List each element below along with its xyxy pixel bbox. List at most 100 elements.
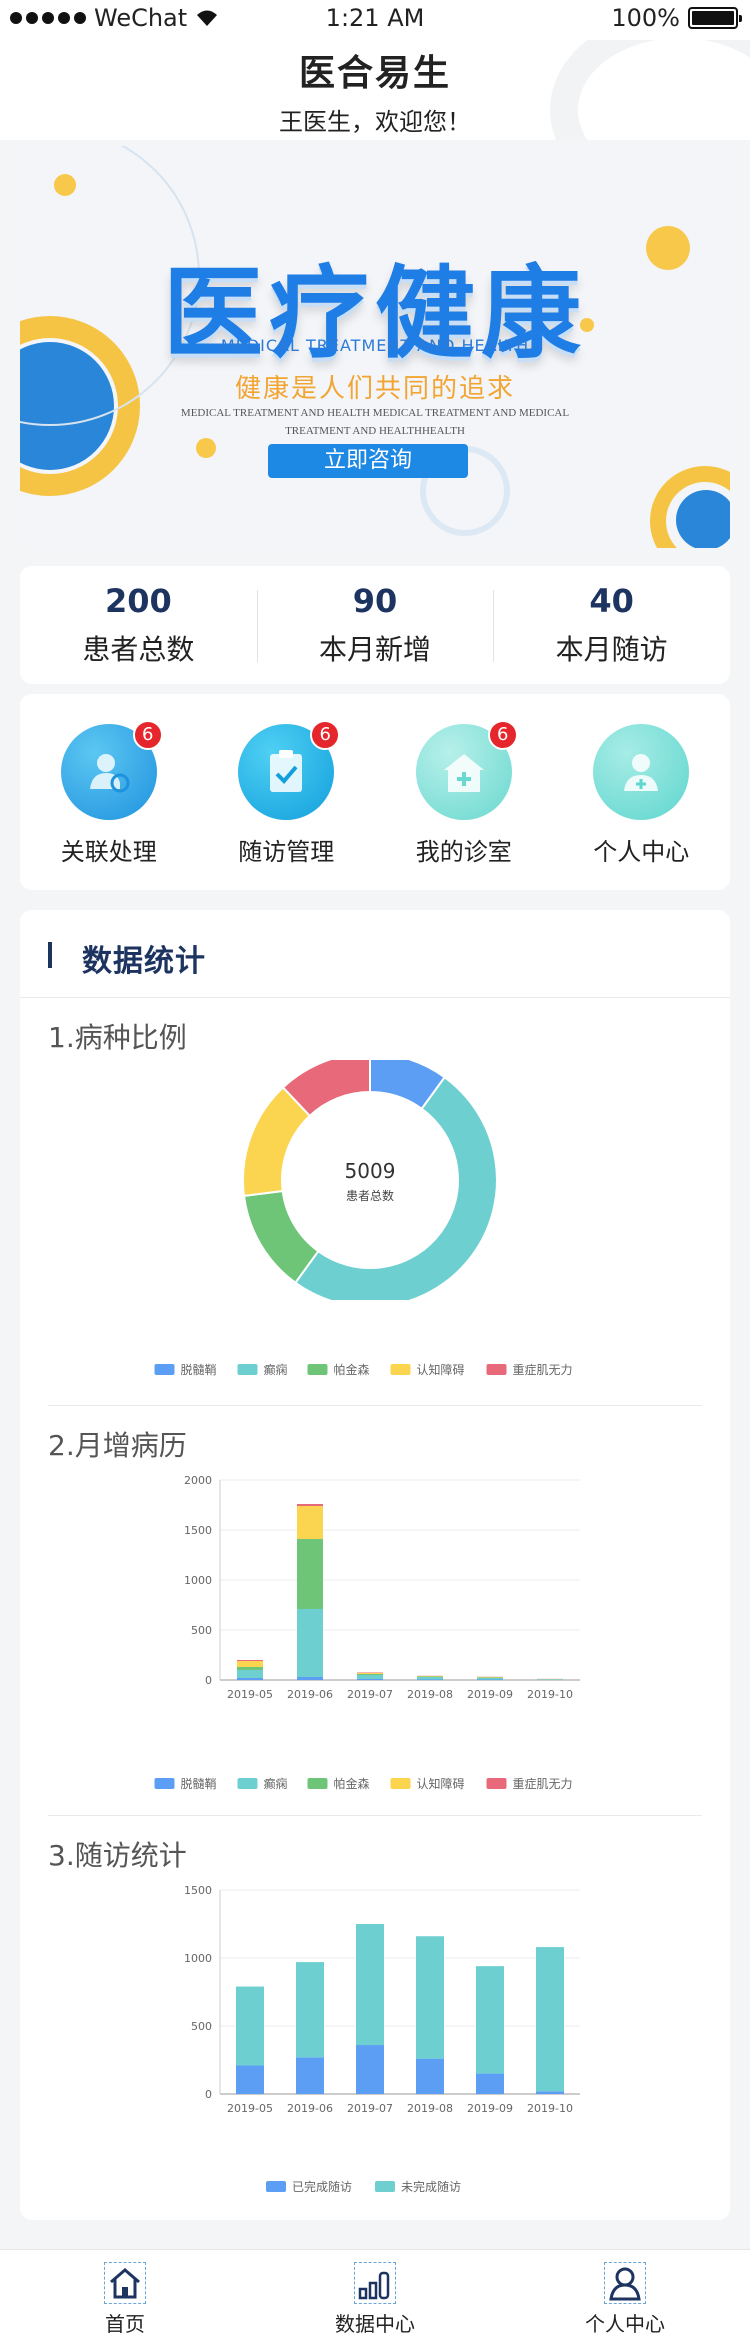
y-tick-label: 0 [205, 1674, 212, 1687]
consult-button[interactable]: 立即咨询 [268, 444, 468, 478]
stat-value: 90 [352, 582, 398, 620]
x-tick-label: 2019-10 [527, 2102, 573, 2115]
bar-segment [477, 1677, 503, 1678]
banner-small-text: MEDICAL TREATMENT AND HEALTH MEDICAL TRE… [180, 407, 570, 437]
tab-data-center[interactable]: 数据中心 [250, 2250, 500, 2347]
menu-badge: 6 [132, 720, 163, 750]
data-statistics-title: 数据统计 [82, 944, 206, 979]
x-tick-label: 2019-08 [407, 1688, 453, 1701]
bar-segment [416, 1936, 444, 2059]
disease-ratio-legend: 脱髓鞘 癫痫 帕金森 认知障碍 重症肌无力 [154, 1362, 573, 1377]
monthly-records-chart: 0 500 1000 1500 2000 2019-05 2019-06 2019-07 201… [184, 1474, 580, 1701]
menu-label: 个人中心 [593, 838, 690, 866]
stat-new-this-month[interactable]: 90 本月新增 [256, 566, 494, 684]
stat-total-patients[interactable]: 200 患者总数 [20, 566, 257, 684]
bar-segment [237, 1678, 263, 1680]
tab-bar: 首页 数据中心 个人中心 [0, 2249, 750, 2347]
stat-label: 本月随访 [555, 633, 668, 666]
bar-segment [237, 1670, 263, 1678]
menu-card: 6 关联处理 6 随访管理 6 我的诊室 个人中心 [20, 694, 730, 890]
user-plus-icon [593, 724, 690, 820]
bar-segment [357, 1675, 383, 1679]
legend-swatch [237, 1778, 258, 1789]
bar-segment [297, 1504, 323, 1506]
bar-segment [477, 1679, 503, 1680]
x-tick-label: 2019-05 [227, 1688, 273, 1701]
bar-segment [236, 2065, 264, 2094]
bar-segment [417, 1676, 443, 1677]
bar-segment [236, 1986, 264, 2066]
legend-label: 癫痫 [264, 1776, 288, 1791]
y-tick-label: 500 [191, 1624, 212, 1637]
bar-segment [537, 1679, 563, 1680]
y-tick-label: 1500 [184, 1524, 212, 1537]
section-title-disease-ratio: 1.病种比例 [48, 1021, 187, 1054]
battery-icon [688, 7, 742, 29]
app-title: 医合易生 [298, 53, 451, 94]
status-right: 100% [611, 4, 742, 32]
bar-segment [297, 1539, 323, 1609]
bar-segment [237, 1660, 263, 1661]
menu-badge: 6 [487, 720, 518, 750]
x-tick-label: 2019-09 [467, 1688, 513, 1701]
y-tick-label: 2000 [184, 1474, 212, 1487]
x-tick-label: 2019-07 [347, 2102, 393, 2115]
stats-card: 200 患者总数 90 本月新增 40 本月随访 [20, 566, 730, 684]
stat-value: 200 [104, 582, 172, 620]
bar-chart-icon [354, 2262, 396, 2304]
x-tick-label: 2019-08 [407, 2102, 453, 2115]
stat-label: 本月新增 [319, 633, 432, 666]
menu-label: 我的诊室 [415, 838, 512, 866]
link-user-icon: 6 [60, 720, 163, 820]
legend-label: 脱髓鞘 [181, 1776, 217, 1791]
welcome-text: 王医生，欢迎您！ [279, 108, 471, 136]
page: WeChat 1:21 AM 100% 医合易生 王医生，欢迎您！ 医疗健康 M… [0, 0, 750, 2347]
user-icon [604, 2262, 646, 2304]
pie-center-value: 5009 [345, 1159, 396, 1183]
bar-segment [297, 1609, 323, 1677]
banner[interactable]: 医疗健康 MEDICAL TREATMENT AND HEALTH 健康是人们共… [20, 146, 730, 548]
bar-segment [476, 1966, 504, 2074]
header: 医合易生 王医生，欢迎您！ [0, 40, 750, 140]
title-accent-bar [48, 942, 52, 968]
y-tick-label: 0 [205, 2088, 212, 2101]
bar-segment [296, 2057, 324, 2094]
stat-followup-this-month[interactable]: 40 本月随访 [493, 566, 730, 684]
banner-subtitle: MEDICAL TREATMENT AND HEALTH [220, 336, 530, 355]
tab-label: 数据中心 [335, 2312, 415, 2336]
bar-segment [536, 1947, 564, 2092]
stat-value: 40 [589, 582, 634, 620]
pie-slice [293, 1075, 498, 1300]
bar-segment [477, 1677, 503, 1678]
bar-segment [417, 1676, 443, 1677]
menu-item-link-processing[interactable]: 6 关联处理 [20, 694, 198, 890]
y-tick-label: 1000 [184, 1952, 212, 1965]
legend-label: 脱髓鞘 [181, 1362, 217, 1377]
legend-swatch [486, 1364, 507, 1375]
legend-label: 帕金森 [334, 1776, 370, 1791]
tab-personal-center[interactable]: 个人中心 [500, 2250, 750, 2347]
y-tick-label: 500 [191, 2020, 212, 2033]
bar-segment [356, 2045, 384, 2094]
legend-label: 已完成随访 [292, 2179, 352, 2194]
legend-swatch [266, 2181, 286, 2192]
menu-item-my-clinic[interactable]: 6 我的诊室 [375, 694, 553, 890]
menu-item-followup-management[interactable]: 6 随访管理 [198, 694, 376, 890]
bar-segment [357, 1672, 383, 1673]
legend-label: 帕金森 [334, 1362, 370, 1377]
legend-label: 重症肌无力 [513, 1776, 573, 1791]
tab-home[interactable]: 首页 [0, 2250, 250, 2347]
menu-item-personal-center[interactable]: 个人中心 [553, 694, 731, 890]
bar-segment [357, 1679, 383, 1680]
pie-center-label: 患者总数 [346, 1188, 394, 1203]
y-tick-label: 1000 [184, 1574, 212, 1587]
bar-segment [416, 2058, 444, 2094]
bar-segment [417, 1679, 443, 1680]
x-tick-label: 2019-07 [347, 1688, 393, 1701]
legend-label: 未完成随访 [401, 2179, 461, 2194]
menu-label: 关联处理 [60, 838, 157, 866]
tab-label: 个人中心 [585, 2312, 665, 2336]
tab-label: 首页 [105, 2312, 145, 2336]
x-tick-label: 2019-06 [287, 1688, 333, 1701]
menu-badge: 6 [310, 720, 341, 750]
